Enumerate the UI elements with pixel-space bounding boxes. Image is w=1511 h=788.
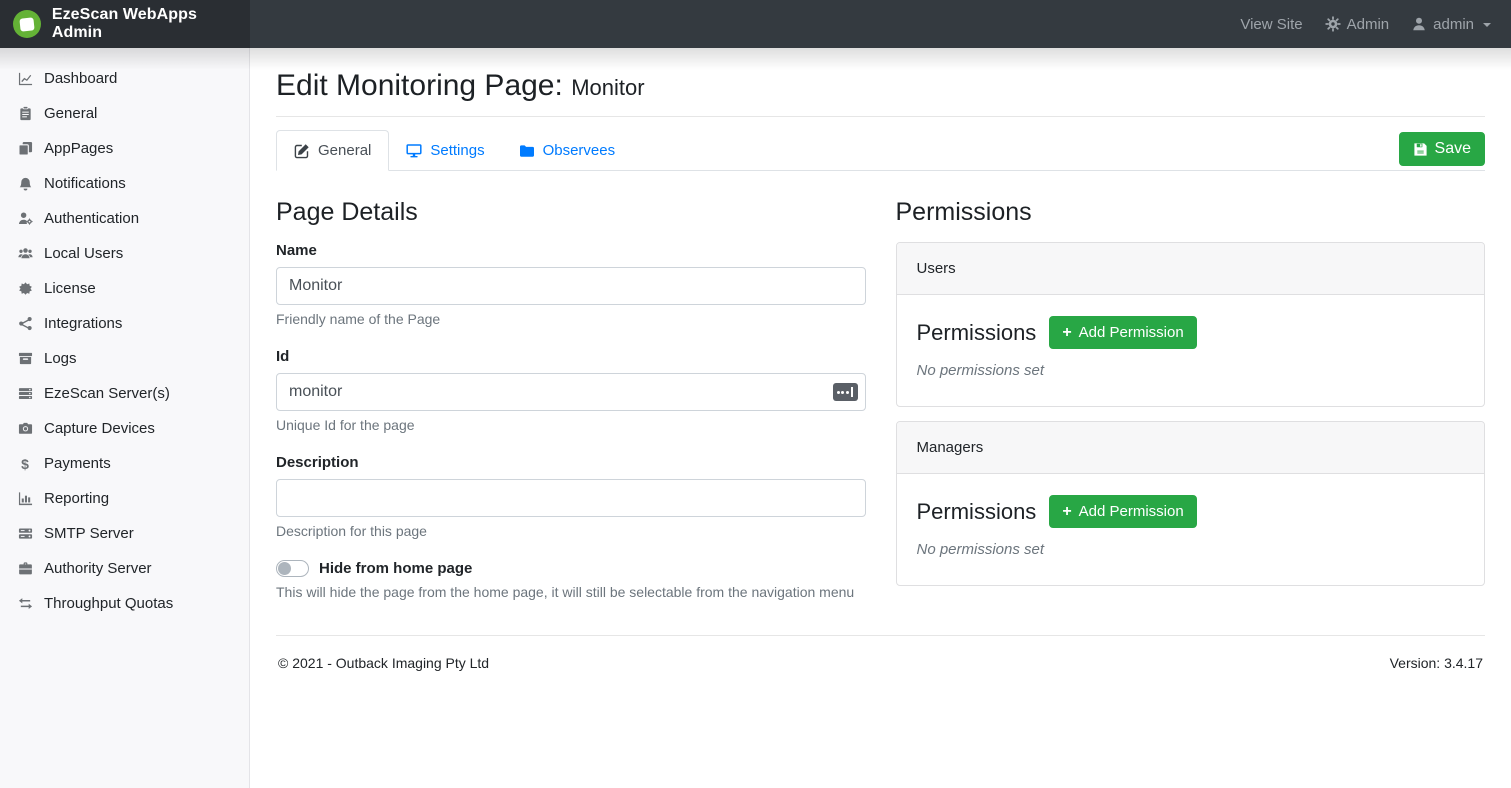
sidebar-item-integrations[interactable]: Integrations: [0, 306, 249, 341]
plus-icon: +: [1062, 504, 1071, 520]
user-icon: [1411, 16, 1427, 32]
users-card-header: Users: [897, 243, 1485, 295]
pages-icon: [16, 141, 34, 156]
users-icon: [16, 246, 34, 261]
add-permission-button[interactable]: + Add Permission: [1049, 316, 1196, 349]
brand-title: EzeScan WebApps Admin: [52, 6, 250, 42]
navbar-links: View Site Admin admin: [1240, 0, 1511, 48]
sidebar-nav: Dashboard General AppPages Notifications…: [0, 48, 250, 788]
page-title-subject: Monitor: [571, 75, 644, 100]
managers-card-header: Managers: [897, 422, 1485, 474]
page-details-section: Page Details Name Friendly name of the P…: [276, 198, 866, 600]
managers-permissions-card: Managers Permissions + Add Permission No…: [896, 421, 1486, 586]
sidebar-item-smtp-server[interactable]: SMTP Server: [0, 516, 249, 551]
sidebar-item-license[interactable]: License: [0, 271, 249, 306]
chevron-down-icon: [1483, 23, 1491, 27]
id-help: Unique Id for the page: [276, 417, 866, 433]
sidebar-item-notifications[interactable]: Notifications: [0, 166, 249, 201]
server-bars-icon: [16, 386, 34, 401]
top-navbar: EzeScan WebApps Admin View Site Admin ad…: [0, 0, 1511, 48]
name-label: Name: [276, 242, 866, 259]
text-suggestion-icon[interactable]: [833, 383, 858, 401]
user-menu[interactable]: admin: [1411, 16, 1491, 33]
hide-from-home-help: This will hide the page from the home pa…: [276, 584, 866, 600]
bell-icon: [16, 176, 34, 191]
main-content: Edit Monitoring Page: Monitor General Se…: [250, 48, 1511, 788]
folder-icon: [519, 143, 535, 159]
clipboard-icon: [16, 106, 34, 121]
server-icon: [16, 526, 34, 541]
sidebar-item-reporting[interactable]: Reporting: [0, 481, 249, 516]
sidebar-item-local-users[interactable]: Local Users: [0, 236, 249, 271]
sidebar-item-ezescan-servers[interactable]: EzeScan Server(s): [0, 376, 249, 411]
share-icon: [16, 316, 34, 331]
page-details-heading: Page Details: [276, 198, 866, 227]
dollar-icon: $: [16, 456, 34, 472]
managers-empty-text: No permissions set: [917, 541, 1465, 558]
copyright-text: © 2021 - Outback Imaging Pty Ltd: [278, 655, 489, 671]
title-divider: [276, 116, 1485, 117]
id-input[interactable]: [276, 373, 866, 411]
description-field-group: Description Description for this page: [276, 454, 866, 539]
user-cog-icon: [16, 211, 34, 226]
sidebar-item-authentication[interactable]: Authentication: [0, 201, 249, 236]
users-permissions-title: Permissions: [917, 320, 1037, 346]
chart-line-icon: [16, 71, 34, 86]
sidebar-item-general[interactable]: General: [0, 96, 249, 131]
tab-bar: General Settings Observees Save: [276, 130, 1485, 171]
managers-permissions-title: Permissions: [917, 499, 1037, 525]
tab-settings[interactable]: Settings: [389, 131, 501, 170]
sidebar-item-payments[interactable]: $ Payments: [0, 446, 249, 481]
floppy-icon: [1413, 142, 1428, 157]
chart-bar-icon: [16, 491, 34, 506]
permissions-section: Permissions Users Permissions + Add Perm…: [896, 198, 1486, 600]
permissions-heading: Permissions: [896, 198, 1486, 227]
name-help: Friendly name of the Page: [276, 311, 866, 327]
briefcase-icon: [16, 561, 34, 576]
description-help: Description for this page: [276, 523, 866, 539]
admin-link[interactable]: Admin: [1325, 16, 1390, 33]
users-permissions-card: Users Permissions + Add Permission No pe…: [896, 242, 1486, 407]
desktop-icon: [406, 143, 422, 159]
sidebar-item-authority-server[interactable]: Authority Server: [0, 551, 249, 586]
page-title: Edit Monitoring Page: Monitor: [276, 69, 1485, 103]
ezescan-admin-app: EzeScan WebApps Admin View Site Admin ad…: [0, 0, 1511, 788]
sidebar-item-logs[interactable]: Logs: [0, 341, 249, 376]
description-input[interactable]: [276, 479, 866, 517]
description-label: Description: [276, 454, 866, 471]
tab-general[interactable]: General: [276, 130, 389, 171]
add-permission-button[interactable]: + Add Permission: [1049, 495, 1196, 528]
edit-pencil-icon: [294, 143, 310, 159]
sidebar-item-dashboard[interactable]: Dashboard: [0, 61, 249, 96]
users-empty-text: No permissions set: [917, 362, 1465, 379]
box-icon: [16, 351, 34, 366]
hide-from-home-label: Hide from home page: [319, 560, 472, 577]
name-input[interactable]: [276, 267, 866, 305]
version-text: Version: 3.4.17: [1390, 655, 1483, 671]
brand[interactable]: EzeScan WebApps Admin: [0, 0, 250, 48]
sidebar-item-capture-devices[interactable]: Capture Devices: [0, 411, 249, 446]
id-field-group: Id Unique Id for the page: [276, 348, 866, 433]
sidebar-item-throughput-quotas[interactable]: Throughput Quotas: [0, 586, 249, 621]
id-label: Id: [276, 348, 866, 365]
save-button[interactable]: Save: [1399, 132, 1485, 166]
gear-icon: [1325, 16, 1341, 32]
certificate-icon: [16, 281, 34, 296]
view-site-link[interactable]: View Site: [1240, 16, 1302, 33]
hide-from-home-toggle[interactable]: [276, 560, 309, 577]
exchange-icon: [16, 596, 34, 611]
page-footer: © 2021 - Outback Imaging Pty Ltd Version…: [276, 635, 1485, 690]
plus-icon: +: [1062, 325, 1071, 341]
camera-icon: [16, 421, 34, 436]
sidebar-item-apppages[interactable]: AppPages: [0, 131, 249, 166]
ezescan-logo-icon: [13, 10, 41, 38]
tab-observees[interactable]: Observees: [502, 131, 633, 170]
name-field-group: Name Friendly name of the Page: [276, 242, 866, 327]
